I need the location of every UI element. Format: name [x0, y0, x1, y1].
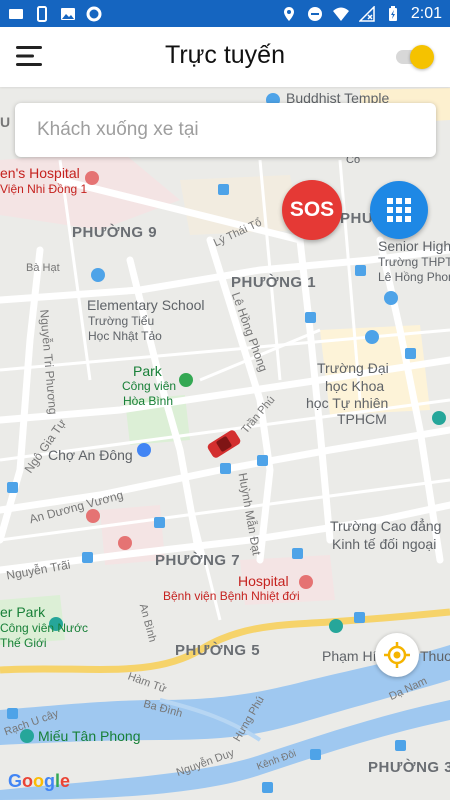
map-label: Lê Hồng Phon: [378, 270, 450, 284]
map-label: Hospital: [238, 573, 289, 589]
map-label: Miếu Tân Phong: [38, 728, 141, 744]
image-icon: [61, 7, 75, 20]
map-label: Phạm Hí: [322, 648, 377, 664]
map-label: Elementary School: [87, 297, 205, 313]
dropoff-search-bar[interactable]: [15, 103, 436, 157]
wifi-icon: [332, 7, 349, 21]
map-label: Senior High: [378, 238, 450, 254]
my-location-button[interactable]: [375, 633, 419, 677]
map-label: er Park: [0, 604, 46, 620]
map-label: PHU: [340, 210, 374, 227]
map-label: Park: [133, 363, 162, 379]
dropoff-search-input[interactable]: [37, 119, 414, 141]
phone-icon: [37, 5, 47, 22]
map-label: Công viên: [122, 379, 177, 393]
map-label: Chợ An Đông: [48, 447, 133, 463]
map-label: Trường Tiểu: [88, 314, 155, 328]
map-label: en's Hospital: [0, 165, 80, 181]
map-label: Thế Giới: [0, 636, 47, 650]
apps-grid-icon: [387, 198, 411, 222]
map-label: PHƯỜNG 7: [155, 552, 241, 569]
map-label: Trường THPT: [378, 255, 450, 269]
status-time: 2:01: [410, 4, 442, 22]
map-label: Bà Hạt: [26, 262, 60, 274]
map-label: học Khoa: [325, 378, 385, 394]
toggle-knob: [410, 45, 434, 69]
map-label: Thuo: [420, 648, 450, 664]
battery-icon: [388, 5, 397, 21]
app-notification-icon: [9, 8, 23, 19]
map-label: Học Nhật Tảo: [88, 329, 162, 343]
map-label: Trường Đại: [317, 360, 389, 376]
map-label: U: [0, 114, 11, 130]
my-location-icon: [384, 642, 410, 668]
map-label: PHƯỜNG 5: [175, 642, 261, 659]
map-label: Công viên Nước: [0, 621, 88, 635]
map-label: Trường Cao đẳng: [330, 518, 442, 534]
app-bar: Trực tuyến: [0, 27, 450, 87]
online-toggle[interactable]: [394, 45, 434, 69]
map-label: PHƯỜNG 3: [368, 759, 450, 776]
no-signal-icon: [358, 5, 375, 22]
circle-app-icon: [86, 6, 102, 21]
page-title: Trực tuyến: [164, 41, 285, 69]
map-label: TPHCM: [337, 411, 387, 427]
do-not-disturb-icon: [307, 6, 322, 21]
google-logo: Google: [8, 771, 71, 791]
map-label: Kinh tế đối ngoại: [332, 536, 437, 552]
sos-button[interactable]: SOS: [282, 180, 342, 240]
apps-grid-button[interactable]: [370, 181, 428, 239]
location-icon: [283, 6, 294, 21]
map-label: PHƯỜNG 9: [72, 224, 158, 241]
map-label: PHƯỜNG 1: [231, 274, 317, 291]
map-label: Viện Nhi Đồng 1: [0, 182, 88, 196]
status-bar: 2:01: [0, 0, 450, 27]
map-label: Bệnh viện Bệnh Nhiệt đới: [163, 589, 300, 603]
map-label: Hòa Bình: [123, 394, 174, 408]
